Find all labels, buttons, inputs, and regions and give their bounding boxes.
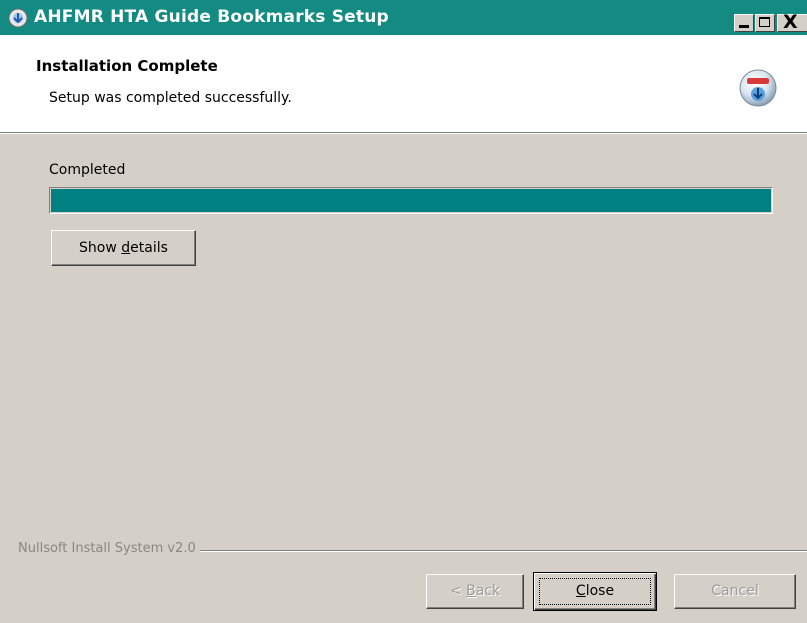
branding-text: Nullsoft Install System v2.0 (18, 541, 200, 556)
maximize-button[interactable] (755, 14, 775, 32)
close-window-button[interactable]: X (777, 11, 807, 33)
show-details-button[interactable]: Show details (51, 230, 196, 266)
page-title: Installation Complete (36, 57, 218, 75)
installer-window: AHFMR HTA Guide Bookmarks Setup X Instal… (0, 0, 807, 623)
minimize-button[interactable] (734, 14, 754, 32)
installer-logo-icon (739, 69, 777, 107)
close-icon: X (783, 11, 798, 33)
progress-bar (49, 187, 773, 214)
maximize-icon (759, 17, 770, 27)
progress-fill (51, 189, 771, 212)
wizard-header (0, 35, 807, 132)
minimize-icon (739, 25, 749, 28)
page-subtitle: Setup was completed successfully. (49, 90, 292, 106)
header-separator (0, 132, 807, 134)
back-button[interactable]: < Back (426, 574, 524, 609)
title-bar[interactable]: AHFMR HTA Guide Bookmarks Setup X (0, 0, 807, 35)
installer-app-icon (8, 8, 28, 28)
window-title: AHFMR HTA Guide Bookmarks Setup (34, 7, 389, 27)
status-label: Completed (49, 162, 126, 178)
cancel-button[interactable]: Cancel (674, 574, 796, 609)
close-button[interactable]: Close (533, 572, 657, 611)
